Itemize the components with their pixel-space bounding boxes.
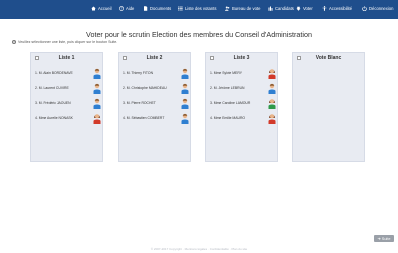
male-avatar-icon	[181, 83, 189, 94]
accessibility-icon	[322, 6, 327, 11]
candidate-name: 1. Mme Sylvie MERY	[210, 71, 242, 75]
power-icon	[362, 6, 367, 11]
candidate-item: 1. M. Thierry FITON	[123, 67, 189, 79]
male-avatar-icon	[268, 83, 276, 94]
candidate-name: 3. Mme Caroline LAMOUR	[210, 101, 251, 105]
nav-accessibilite[interactable]: Accessibilité	[322, 6, 352, 11]
suite-button[interactable]: ➜ Suite	[374, 235, 394, 242]
nav-accueil[interactable]: Accueil	[91, 6, 112, 11]
nav-liste-votants[interactable]: Liste des votants	[178, 6, 216, 11]
nav-documents-label: Documents	[150, 6, 172, 11]
nav-accessibilite-label: Accessibilité	[329, 6, 353, 11]
candidate-item: 3. M. Pierre ROCHET	[123, 97, 189, 109]
female-avatar-icon	[268, 113, 276, 124]
candidate-name: 2. M. Jérôme LEBRUN	[210, 86, 245, 90]
svg-text:?: ?	[121, 7, 123, 11]
male-avatar-icon	[181, 113, 189, 124]
candidate-name: 3. M. Frédéric JAOUEN	[35, 101, 71, 105]
candidate-item: 4. Mme Aurelie NONASK	[35, 112, 101, 124]
document-icon	[143, 6, 148, 11]
instruction-line: ? Veuillez sélectionner une liste, puis …	[12, 40, 117, 44]
instruction-text: Veuillez sélectionner une liste, puis cl…	[18, 40, 118, 44]
candidate-name: 4. Mme Aurelie NONASK	[35, 116, 73, 120]
list-title: Liste 2	[146, 55, 163, 61]
top-navigation-bar: Accueil ? Aide Documents Liste des votan…	[0, 0, 398, 19]
nav-aide[interactable]: ? Aide	[119, 6, 134, 11]
list-title: Liste 3	[233, 55, 250, 61]
female-avatar-icon	[268, 68, 276, 79]
candidate-name: 1. M. Alain BORDENAVE	[35, 71, 73, 75]
male-avatar-icon	[93, 68, 101, 79]
candidate-item: 2. M. Jérôme LEBRUN	[210, 82, 276, 94]
home-icon	[91, 6, 96, 11]
candidate-item: 2. M. Christophe MAHIDEAU	[123, 82, 189, 94]
nav-liste-votants-label: Liste des votants	[185, 6, 217, 11]
nav-aide-label: Aide	[126, 6, 135, 11]
male-avatar-icon	[93, 83, 101, 94]
page-title: Voter pour le scrutin Election des membr…	[86, 30, 312, 39]
candidate-name: 3. M. Pierre ROCHET	[123, 101, 156, 105]
nav-bureau-label: Bureau de vote	[232, 6, 261, 11]
list-checkbox[interactable]	[210, 56, 214, 60]
nav-bureau-de-vote[interactable]: Bureau de vote	[225, 6, 260, 11]
candidate-name: 4. Mme Emilie MAURO	[210, 116, 246, 120]
nav-voter[interactable]: Voter	[296, 6, 313, 11]
male-avatar-icon	[93, 98, 101, 109]
nav-candidats[interactable]: Candidats	[268, 6, 294, 11]
list-title: Vote Blanc	[315, 55, 342, 61]
candidate-item: 1. M. Alain BORDENAVE	[35, 67, 101, 79]
help-icon: ?	[119, 6, 124, 11]
nav-documents[interactable]: Documents	[143, 6, 171, 11]
nav-accueil-label: Accueil	[98, 6, 112, 11]
candidate-item: 3. M. Frédéric JAOUEN	[35, 97, 101, 109]
candidate-item: 3. Mme Caroline LAMOUR	[210, 97, 276, 109]
nav-voter-label: Voter	[303, 6, 313, 11]
candidate-name: 4. M. Sébastien COMBERT	[123, 116, 165, 120]
candidates-icon	[268, 6, 273, 11]
footer: © 2007-2017 Copyright · Mentions légales…	[150, 247, 248, 251]
candidate-name: 2. M. Christophe MAHIDEAU	[123, 86, 167, 90]
list-header: Vote Blanc	[293, 53, 364, 63]
candidate-item: 4. Mme Emilie MAURO	[210, 112, 276, 124]
list-panel-liste-1[interactable]: Liste 1 1. M. Alain BORDENAVE 2. M. Laur…	[30, 52, 103, 162]
candidate-name: 2. M. Laurent CUVIRE	[35, 86, 69, 90]
female-avatar-icon	[268, 98, 276, 109]
nav-deconnexion[interactable]: Déconnexion	[362, 6, 393, 11]
vote-icon	[296, 6, 301, 11]
list-header: Liste 1	[31, 53, 102, 63]
list-header: Liste 3	[206, 53, 277, 63]
info-icon: ?	[12, 40, 16, 44]
list-icon	[178, 6, 183, 11]
users-icon	[225, 6, 230, 11]
list-panel-liste-2[interactable]: Liste 2 1. M. Thierry FITON 2. M. Christ…	[118, 52, 191, 162]
list-checkbox[interactable]	[123, 56, 127, 60]
candidate-item: 4. M. Sébastien COMBERT	[123, 112, 189, 124]
candidate-name: 1. M. Thierry FITON	[123, 71, 154, 75]
nav-candidats-label: Candidats	[275, 6, 294, 11]
list-panel-vote-blanc[interactable]: Vote Blanc	[292, 52, 365, 162]
list-checkbox[interactable]	[35, 56, 39, 60]
list-panel-liste-3[interactable]: Liste 3 1. Mme Sylvie MERY 2. M. Jérôme …	[205, 52, 278, 162]
candidate-item: 1. Mme Sylvie MERY	[210, 67, 276, 79]
list-header: Liste 2	[119, 53, 190, 63]
list-title: Liste 1	[58, 55, 75, 61]
male-avatar-icon	[181, 98, 189, 109]
female-avatar-icon	[93, 113, 101, 124]
male-avatar-icon	[181, 68, 189, 79]
candidate-item: 2. M. Laurent CUVIRE	[35, 82, 101, 94]
nav-deconnexion-label: Déconnexion	[369, 6, 394, 11]
list-checkbox[interactable]	[297, 56, 301, 60]
